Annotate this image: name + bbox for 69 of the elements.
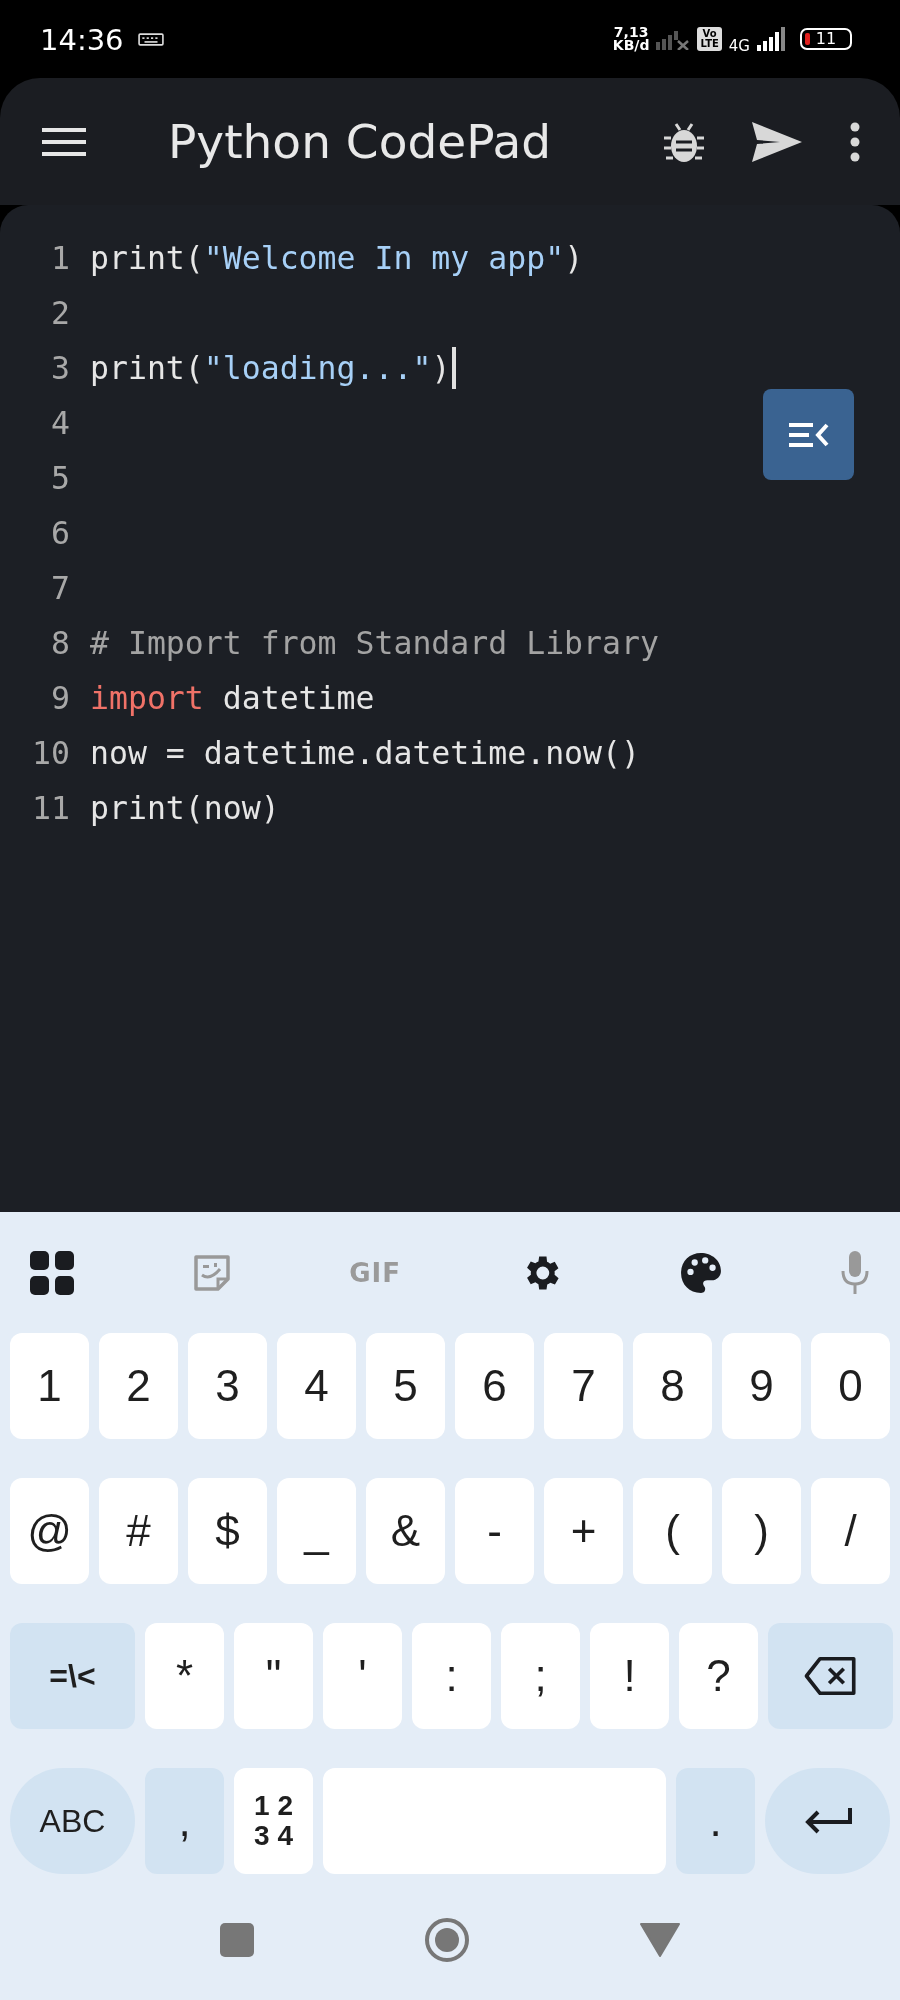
keyboard-key[interactable]: $: [188, 1478, 267, 1584]
line-number: 9: [50, 679, 70, 716]
line-number: 10: [31, 734, 70, 771]
keyboard-key[interactable]: *: [145, 1623, 224, 1729]
battery-indicator: 11: [800, 28, 852, 50]
network-type: 4G: [728, 37, 750, 55]
keyboard-key[interactable]: ': [323, 1623, 402, 1729]
code-line: print("Welcome In my app"): [90, 239, 584, 276]
palette-icon[interactable]: [680, 1251, 723, 1294]
back-icon[interactable]: [640, 1922, 680, 1958]
line-number: 2: [50, 294, 70, 331]
keyboard-key[interactable]: +: [544, 1478, 623, 1584]
volte-badge: Vo LTE: [697, 27, 722, 51]
keyboard-key[interactable]: (: [633, 1478, 712, 1584]
keyboard-key[interactable]: ;: [501, 1623, 580, 1729]
line-number: 1: [50, 239, 70, 276]
keyboard-key[interactable]: ): [722, 1478, 801, 1584]
keyboard-key[interactable]: 7: [544, 1333, 623, 1439]
keyboard-key[interactable]: &: [366, 1478, 445, 1584]
data-rate: 7,13 KB/d: [612, 26, 650, 52]
keyboard-key[interactable]: .: [676, 1768, 755, 1874]
line-number: 3: [50, 349, 70, 386]
line-number: 8: [50, 624, 70, 661]
line-number: 5: [50, 459, 70, 496]
line-number: 11: [31, 789, 70, 826]
collapse-panel-button[interactable]: [763, 389, 854, 480]
backspace-key[interactable]: [768, 1623, 893, 1729]
send-icon[interactable]: [752, 121, 802, 162]
keyboard-icon: [137, 32, 164, 46]
keyboard-key[interactable]: ,: [145, 1768, 224, 1874]
keyboard-key[interactable]: 2: [99, 1333, 178, 1439]
keyboard-key[interactable]: #: [99, 1478, 178, 1584]
keyboard-key[interactable]: !: [590, 1623, 669, 1729]
line-number: 6: [50, 514, 70, 551]
no-signal-icon: [656, 28, 691, 50]
home-icon[interactable]: [424, 1917, 470, 1963]
keyboard-key[interactable]: 3: [188, 1333, 267, 1439]
keyboard-key[interactable]: ABC: [10, 1768, 135, 1874]
keyboard-key[interactable]: 9: [722, 1333, 801, 1439]
keyboard-key[interactable]: /: [811, 1478, 890, 1584]
keyboard-key[interactable]: ?: [679, 1623, 758, 1729]
app-title: Python CodePad: [168, 114, 553, 169]
keyboard-key[interactable]: =\<: [10, 1623, 135, 1729]
keyboard-key[interactable]: -: [455, 1478, 534, 1584]
keyboard-key[interactable]: 1: [10, 1333, 89, 1439]
more-options-icon[interactable]: [850, 121, 860, 162]
menu-icon[interactable]: [42, 125, 86, 158]
code-line: print(now): [90, 789, 280, 826]
keyboard-key[interactable]: 8: [633, 1333, 712, 1439]
keyboard-key[interactable]: 4: [277, 1333, 356, 1439]
keyboard-key[interactable]: :: [412, 1623, 491, 1729]
numpad-key[interactable]: 1 2 3 4: [234, 1768, 313, 1874]
status-time: 14:36: [40, 23, 124, 57]
signal-icon: [757, 27, 787, 51]
keyboard-key[interactable]: ": [234, 1623, 313, 1729]
apps-grid-icon[interactable]: [30, 1250, 74, 1295]
line-number: 4: [50, 404, 70, 441]
line-number: 7: [50, 569, 70, 606]
keyboard-key[interactable]: 5: [366, 1333, 445, 1439]
collapse-list-icon: [788, 420, 829, 449]
keyboard-key[interactable]: 0: [811, 1333, 890, 1439]
code-line: # Import from Standard Library: [90, 624, 659, 661]
code-line: print("loading..."): [90, 349, 451, 386]
code-line: now = datetime.datetime.now(): [90, 734, 640, 771]
backspace-icon: [802, 1656, 859, 1696]
keyboard-key[interactable]: _: [277, 1478, 356, 1584]
keyboard-key[interactable]: 6: [455, 1333, 534, 1439]
keyboard-key[interactable]: @: [10, 1478, 89, 1584]
code-line: import datetime: [90, 679, 375, 716]
